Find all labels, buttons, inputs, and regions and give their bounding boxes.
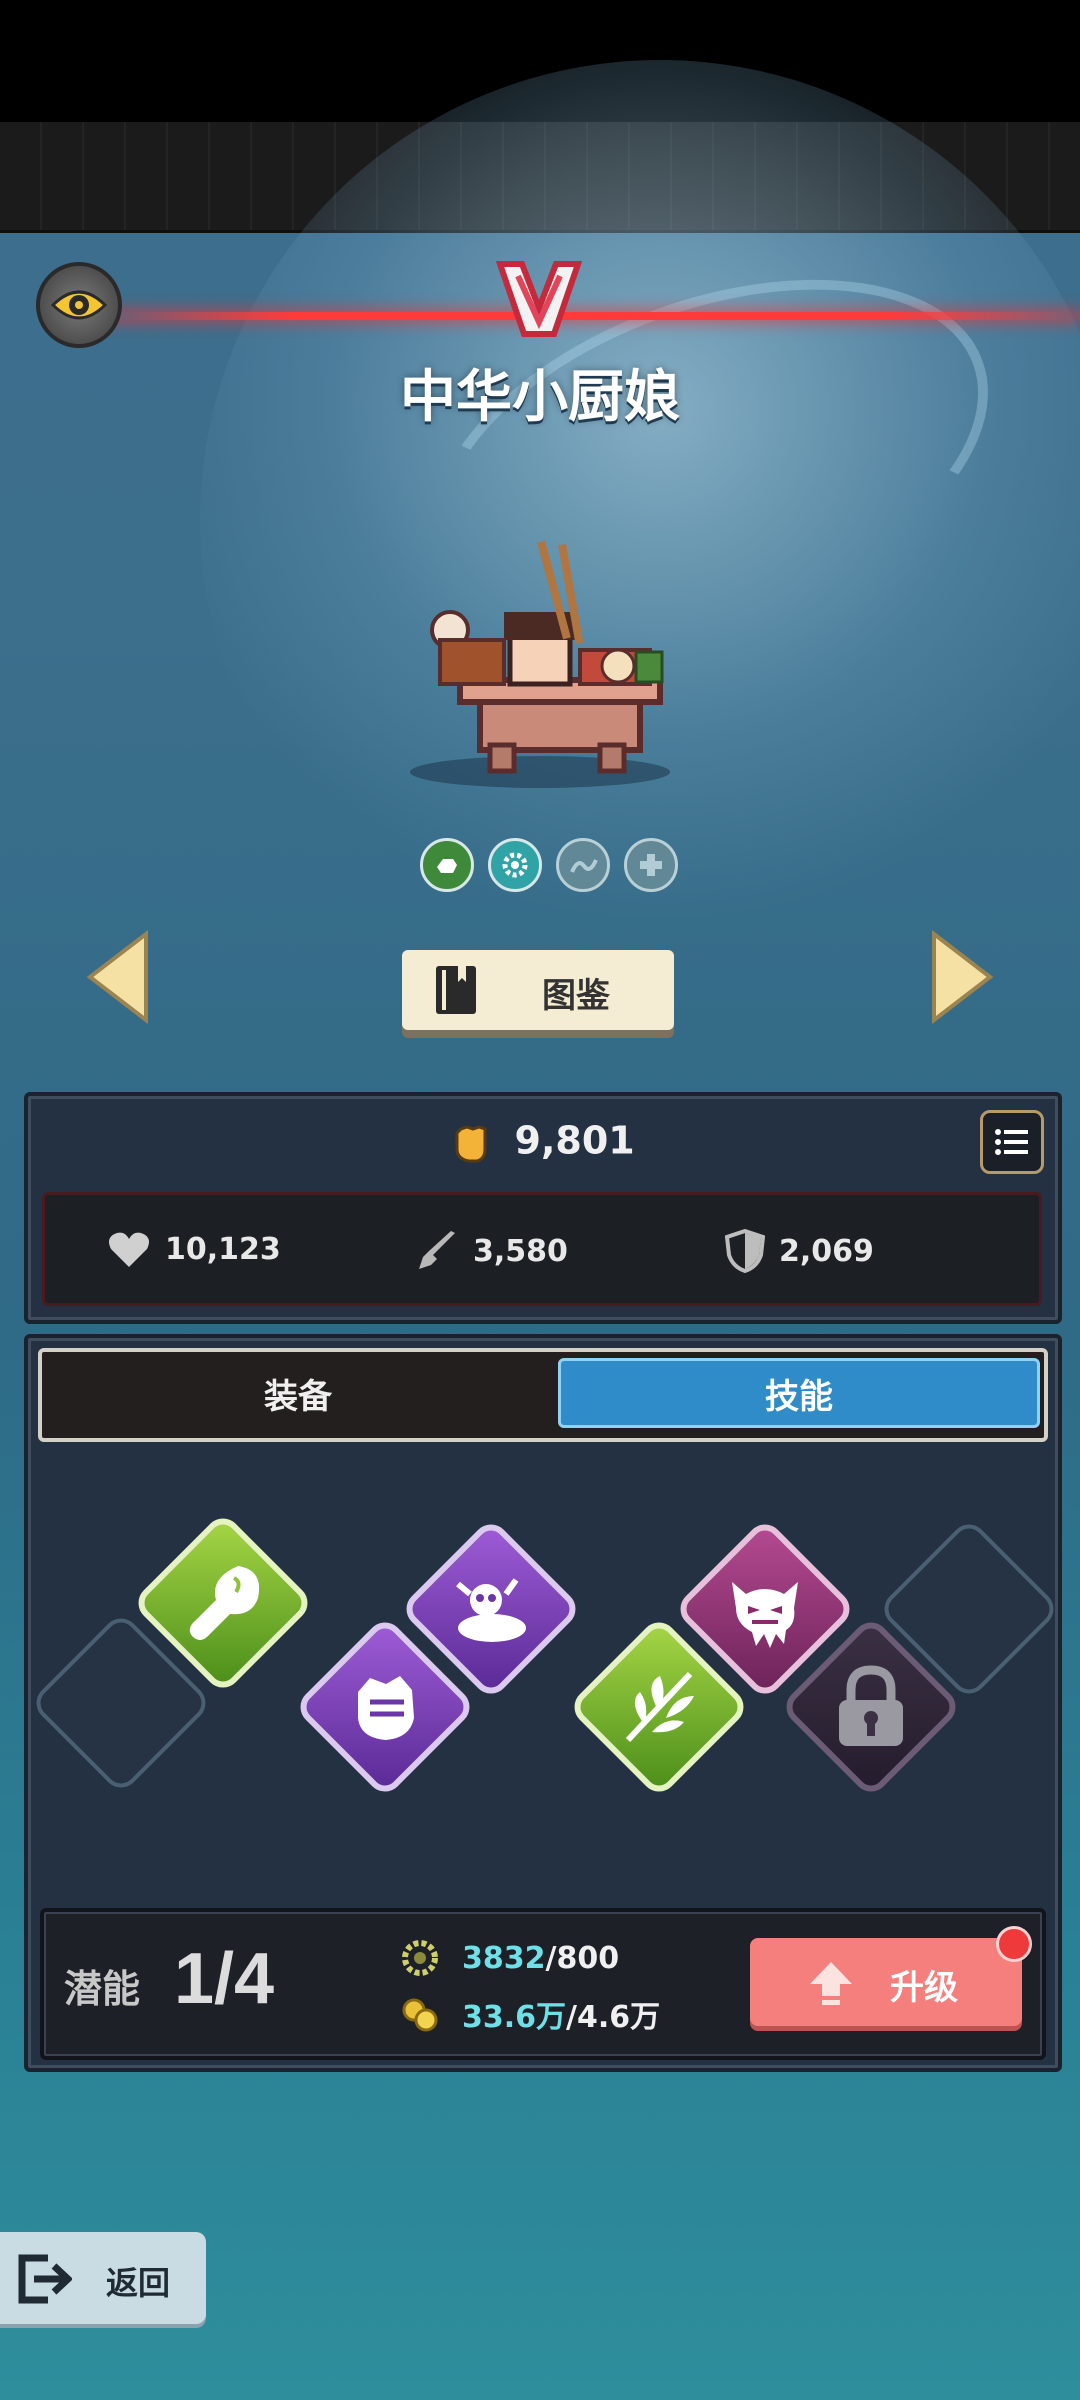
eye-icon <box>51 290 107 320</box>
back-button-label: 返回 <box>106 2264 171 2302</box>
hand-icon <box>437 859 457 873</box>
next-hero-button[interactable] <box>930 930 994 1024</box>
tab-bar: 装备 技能 <box>38 1348 1048 1442</box>
material-have: 3832 <box>462 1940 546 1976</box>
leaf-icon <box>625 1671 694 1743</box>
gold-have: 33.6万 <box>462 2000 567 2035</box>
top-banner <box>0 122 1080 233</box>
upgrade-button-label: 升级 <box>890 1968 958 2008</box>
guide-button[interactable]: 图鉴 <box>402 950 674 1030</box>
skills-panel: 装备 技能 潜能 1/4 3832/800 33.6万/4.6万 升级 <box>24 1334 1062 2072</box>
rank-badge-icon <box>496 261 582 337</box>
lock-icon <box>839 1665 903 1746</box>
attributes-list-button[interactable] <box>980 1110 1044 1174</box>
gear-material-icon <box>402 1940 438 1976</box>
sword-icon <box>419 1231 455 1269</box>
hero-sprite <box>410 540 670 788</box>
material-need: /800 <box>545 1940 620 1976</box>
gold-cost: 33.6万/4.6万 <box>400 1992 660 2036</box>
gear-trait-icon[interactable] <box>488 838 542 892</box>
stats-box: 10,123 3,580 2,069 <box>42 1192 1042 1306</box>
heart-icon <box>109 1232 149 1267</box>
demon-face-icon <box>732 1582 798 1648</box>
view-button[interactable] <box>36 262 122 348</box>
cross-trait-icon[interactable] <box>624 838 678 892</box>
drumstick-icon <box>189 1566 260 1640</box>
book-icon <box>436 966 476 1014</box>
tab-skills[interactable]: 技能 <box>558 1358 1040 1428</box>
power-row: 9,801 <box>28 1116 1058 1163</box>
gold-need: /4.6万 <box>566 2000 661 2035</box>
list-icon <box>995 1129 1028 1155</box>
potential-bar: 潜能 1/4 3832/800 33.6万/4.6万 升级 <box>40 1908 1046 2060</box>
rank-line <box>100 312 1080 320</box>
skull-poison-icon <box>456 1578 526 1642</box>
guide-button-label: 图鉴 <box>542 976 610 1016</box>
potential-count: 1/4 <box>174 1939 275 2019</box>
notification-dot <box>996 1926 1032 1962</box>
up-arrow-icon <box>810 1962 852 2005</box>
potential-label: 潜能 <box>64 1967 141 2011</box>
gear-icon <box>502 852 528 878</box>
defense-value: 2,069 <box>779 1233 874 1269</box>
attack-stat: 3,580 <box>415 1229 568 1273</box>
health-stat: 10,123 <box>107 1229 281 1269</box>
fist-power-icon <box>455 1124 487 1162</box>
tab-equipment[interactable]: 装备 <box>48 1358 548 1428</box>
attack-value: 3,580 <box>473 1233 568 1269</box>
gold-coin-icon <box>402 1998 438 2032</box>
stats-panel: 9,801 10,123 3,580 2,069 <box>24 1092 1062 1324</box>
back-button[interactable]: 返回 <box>0 2232 206 2324</box>
defense-stat: 2,069 <box>725 1229 874 1273</box>
upgrade-button[interactable]: 升级 <box>750 1926 1032 2026</box>
exit-icon <box>18 2254 72 2304</box>
cross-icon <box>640 854 662 876</box>
hero-name: 中华小厨娘 <box>400 365 680 430</box>
prev-hero-button[interactable] <box>86 930 150 1024</box>
fist-icon <box>358 1676 414 1740</box>
material-cost: 3832/800 <box>400 1938 619 1978</box>
hand-trait-icon[interactable] <box>420 838 474 892</box>
shield-icon <box>725 1229 765 1273</box>
health-value: 10,123 <box>165 1231 281 1267</box>
wave-trait-icon[interactable] <box>556 838 610 892</box>
power-value: 9,801 <box>514 1118 635 1163</box>
trait-icons <box>420 838 678 892</box>
wave-icon <box>570 859 598 873</box>
status-bar <box>0 0 1080 122</box>
